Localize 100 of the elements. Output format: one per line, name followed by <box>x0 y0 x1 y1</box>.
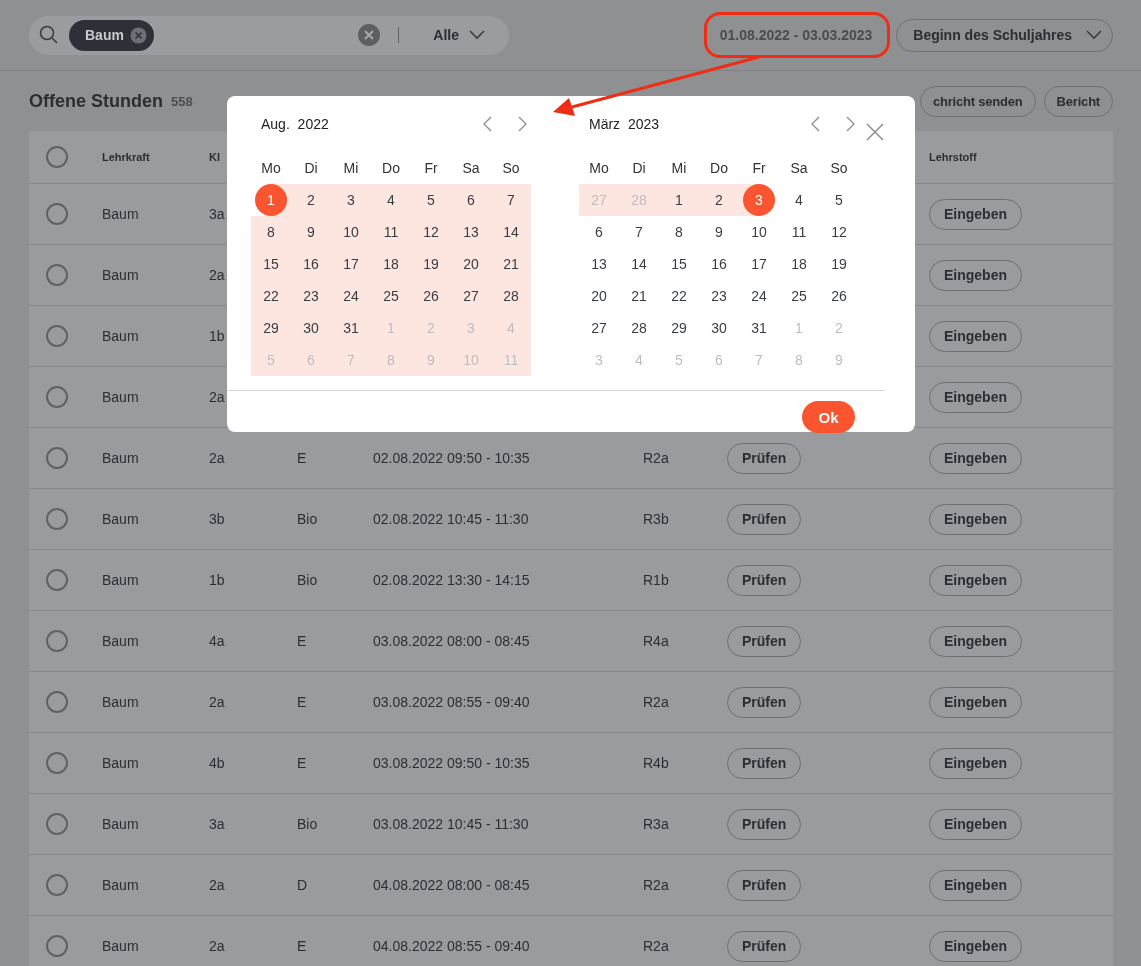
weekday-label: Mi <box>670 159 688 178</box>
weekday-label: So <box>829 159 849 178</box>
calendar-day[interactable]: 6 <box>583 216 615 248</box>
table-cell-text: 2a <box>209 694 226 710</box>
weekday-label: Di <box>303 159 319 178</box>
calendar-day[interactable]: 20 <box>583 280 615 312</box>
calendar-day[interactable]: 17 <box>743 248 775 280</box>
calendar-day[interactable]: 4 <box>783 184 815 216</box>
table-cell-text: D <box>297 877 309 893</box>
table-cell-text: 2a <box>209 877 226 893</box>
filter-chip[interactable]: Baum <box>69 19 154 51</box>
table-cell-text: 3a <box>209 816 226 832</box>
table-cell-text: Baum <box>102 450 140 466</box>
table-cell-text: 2a <box>209 389 226 405</box>
table-cell-text: Bio <box>297 816 319 832</box>
row-checkbox[interactable] <box>46 264 68 286</box>
calendar-day[interactable]: 19 <box>823 248 855 280</box>
table-cell-text: 02.08.2022 10:45 - 11:30 <box>373 511 530 527</box>
chevron-icon <box>469 30 485 40</box>
table-cell-text: Baum <box>102 328 140 344</box>
column-header: Lehrkraft <box>102 151 151 163</box>
table-cell-text: 03.08.2022 09:50 - 10:35 <box>373 755 531 771</box>
table-cell-text: 1b <box>209 572 226 588</box>
table-cell-text: E <box>297 755 308 771</box>
row-checkbox[interactable] <box>46 935 68 957</box>
table-cell-text: 2a <box>209 450 226 466</box>
table-cell-text: 3b <box>209 511 226 527</box>
table-cell-text: E <box>297 633 308 649</box>
calendar-day[interactable]: 11 <box>783 216 815 248</box>
table-cell-text: 4a <box>209 633 226 649</box>
select-all-checkbox[interactable] <box>46 146 68 168</box>
month-title: März 2023 <box>589 116 661 132</box>
calendar-day[interactable]: 7 <box>623 216 655 248</box>
calendar-day[interactable]: 8 <box>663 216 695 248</box>
row-checkbox[interactable] <box>46 752 68 774</box>
table-cell-text: 03.08.2022 08:00 - 08:45 <box>373 633 531 649</box>
calendar-day[interactable]: 22 <box>663 280 695 312</box>
calendar-day[interactable]: 28 <box>623 312 655 344</box>
remove-icon[interactable] <box>129 26 147 44</box>
table-cell-text: Bio <box>297 572 319 588</box>
calendar-day[interactable]: 9 <box>703 216 735 248</box>
table-cell-text: Baum <box>102 633 140 649</box>
table-cell-text: Baum <box>102 389 140 405</box>
weekday-label: Fr <box>423 159 439 178</box>
column-header: Lehrstoff <box>929 151 978 163</box>
weekday-label: Sa <box>461 159 481 178</box>
table-cell-text: Baum <box>102 511 140 527</box>
clear-icon[interactable] <box>358 24 381 46</box>
calendar-day[interactable]: 16 <box>703 248 735 280</box>
search-field[interactable]: Baum Alle <box>29 15 509 55</box>
table-cell-text: R3a <box>643 816 670 832</box>
table-cell-text: 02.08.2022 09:50 - 10:35 <box>373 450 531 466</box>
row-checkbox[interactable] <box>46 569 68 591</box>
table-cell-text: E <box>297 694 308 710</box>
calendar-day[interactable]: 23 <box>703 280 735 312</box>
table-cell-text: R4b <box>643 755 670 771</box>
row-checkbox[interactable] <box>46 508 68 530</box>
section-title: Offene Stunden <box>29 90 163 112</box>
row-checkbox[interactable] <box>46 691 68 713</box>
table-cell-text: R1b <box>643 572 670 588</box>
table-cell-text: Baum <box>102 938 140 954</box>
calendar-day[interactable]: 5 <box>823 184 855 216</box>
table-cell-text: R2a <box>643 938 670 954</box>
table-cell-text: Baum <box>102 206 140 222</box>
calendar-day[interactable]: 10 <box>743 216 775 248</box>
weekday-label: Sa <box>789 159 809 178</box>
row-checkbox[interactable] <box>46 386 68 408</box>
calendar-day[interactable]: 29 <box>663 312 695 344</box>
row-checkbox[interactable] <box>46 447 68 469</box>
row-checkbox[interactable] <box>46 813 68 835</box>
table-cell-text: Baum <box>102 572 140 588</box>
row-checkbox[interactable] <box>46 874 68 896</box>
calendar-day[interactable]: 12 <box>823 216 855 248</box>
table-cell-text: 04.08.2022 08:55 - 09:40 <box>373 938 531 954</box>
table-cell-text: R2a <box>643 450 670 466</box>
table-cell-text: Baum <box>102 267 140 283</box>
table-cell-text: R3b <box>643 511 670 527</box>
calendar-day[interactable]: 25 <box>783 280 815 312</box>
calendar-day[interactable]: 15 <box>663 248 695 280</box>
calendar-day[interactable]: 24 <box>743 280 775 312</box>
table-cell-text: 03.08.2022 08:55 - 09:40 <box>373 694 531 710</box>
calendar-day[interactable]: 27 <box>583 312 615 344</box>
calendar-day[interactable]: 21 <box>623 280 655 312</box>
filter-dropdown[interactable]: Alle <box>423 27 499 43</box>
row-checkbox[interactable] <box>46 203 68 225</box>
calendar-day[interactable]: 26 <box>823 280 855 312</box>
calendar-day[interactable]: 30 <box>703 312 735 344</box>
weekday-label: Mo <box>588 159 610 178</box>
calendar-day[interactable]: 31 <box>743 312 775 344</box>
row-checkbox[interactable] <box>46 630 68 652</box>
table-cell-text: Baum <box>102 755 140 771</box>
table-cell-text: Bio <box>297 511 319 527</box>
table-cell-text: R2a <box>643 877 670 893</box>
close-icon[interactable] <box>865 122 885 142</box>
calendar-day[interactable]: 13 <box>583 248 615 280</box>
row-checkbox[interactable] <box>46 325 68 347</box>
table-cell-text: R2a <box>643 694 670 710</box>
weekday-label: Mo <box>260 159 282 178</box>
calendar-day[interactable]: 14 <box>623 248 655 280</box>
calendar-day[interactable]: 18 <box>783 248 815 280</box>
